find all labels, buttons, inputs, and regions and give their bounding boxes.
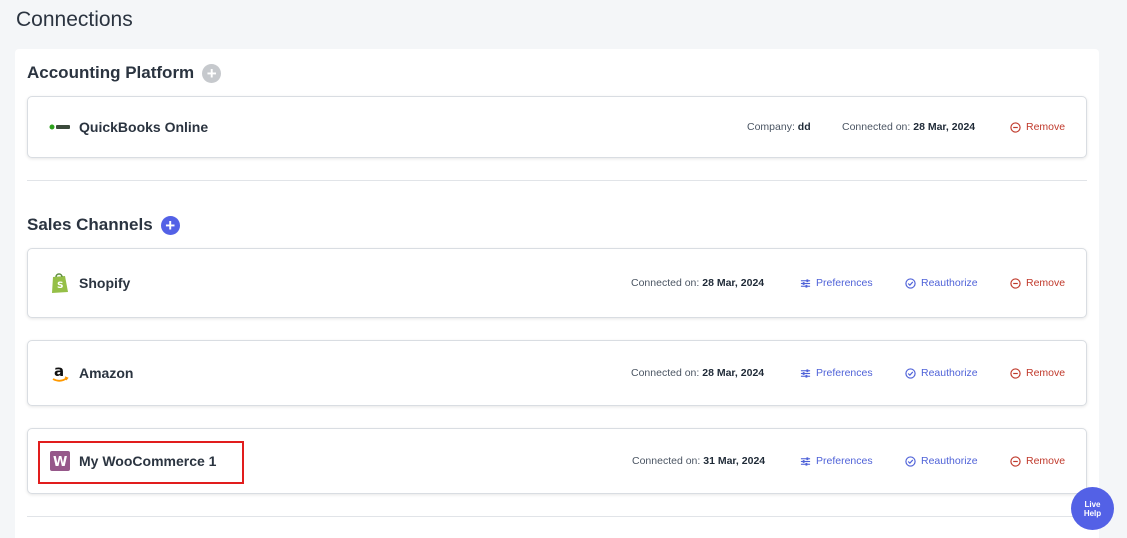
- remove-button[interactable]: Remove: [1010, 367, 1065, 379]
- svg-text:W: W: [53, 455, 67, 470]
- check-circle-icon: [905, 277, 916, 289]
- sales-section-header: Sales Channels +: [27, 215, 180, 235]
- woocommerce-logo-icon: W: [49, 450, 71, 472]
- minus-circle-icon: [1010, 367, 1021, 379]
- preferences-button[interactable]: Preferences: [800, 367, 873, 379]
- card-title: W My WooCommerce 1: [49, 450, 216, 472]
- section-divider: [27, 180, 1087, 181]
- minus-circle-icon: [1010, 455, 1021, 467]
- quickbooks-logo-icon: [49, 116, 71, 138]
- remove-button[interactable]: Remove: [1010, 277, 1065, 289]
- shopify-card: S Shopify Connected on: 28 Mar, 2024 Pre…: [27, 248, 1087, 318]
- preferences-button[interactable]: Preferences: [800, 455, 873, 467]
- reauthorize-button[interactable]: Reauthorize: [905, 277, 978, 289]
- quickbooks-name: QuickBooks Online: [79, 119, 209, 135]
- sales-heading: Sales Channels: [27, 215, 153, 234]
- reauthorize-button[interactable]: Reauthorize: [905, 455, 978, 467]
- connected-date: Connected on: 31 Mar, 2024: [632, 455, 766, 467]
- live-help-button[interactable]: Live Help: [1071, 487, 1114, 530]
- company-value: dd: [797, 121, 811, 133]
- shopify-name: Shopify: [79, 275, 131, 291]
- amazon-name: Amazon: [79, 365, 134, 381]
- connected-date: Connected on: 28 Mar, 2024: [631, 277, 765, 289]
- accounting-section-header: Accounting Platform +: [27, 63, 222, 83]
- svg-text:a: a: [54, 362, 64, 380]
- card-title: a Amazon: [49, 362, 133, 384]
- sliders-icon: [800, 278, 811, 288]
- shopify-logo-icon: S: [49, 272, 71, 294]
- preferences-button[interactable]: Preferences: [800, 277, 873, 289]
- check-circle-icon: [905, 455, 916, 467]
- connected-date: Connected on: 28 Mar, 2024: [631, 367, 765, 379]
- minus-circle-icon: [1010, 121, 1021, 133]
- check-circle-icon: [905, 367, 916, 379]
- card-title: S Shopify: [49, 272, 130, 294]
- company-info: Company: dd: [747, 121, 811, 133]
- card-title: QuickBooks Online: [49, 116, 208, 138]
- amazon-logo-icon: a: [49, 362, 71, 384]
- section-divider: [27, 516, 1087, 517]
- woocommerce-card: W My WooCommerce 1 Connected on: 31 Mar,…: [27, 428, 1087, 494]
- woocommerce-name: My WooCommerce 1: [79, 453, 217, 469]
- connections-panel: Accounting Platform + QuickBooks Online …: [15, 49, 1099, 538]
- reauthorize-button[interactable]: Reauthorize: [905, 367, 978, 379]
- remove-button[interactable]: Remove: [1010, 121, 1065, 133]
- page-title: Connections: [16, 8, 133, 31]
- quickbooks-card: QuickBooks Online Company: dd Connected …: [27, 96, 1087, 158]
- sliders-icon: [800, 368, 811, 378]
- add-accounting-icon[interactable]: +: [202, 63, 222, 83]
- minus-circle-icon: [1010, 277, 1021, 289]
- remove-button[interactable]: Remove: [1010, 455, 1065, 467]
- sliders-icon: [800, 456, 811, 466]
- add-sales-channel-icon[interactable]: +: [160, 215, 180, 235]
- amazon-card: a Amazon Connected on: 28 Mar, 2024 Pref…: [27, 340, 1087, 406]
- accounting-heading: Accounting Platform: [27, 63, 195, 82]
- connected-date: Connected on: 28 Mar, 2024: [842, 121, 976, 133]
- svg-text:S: S: [57, 281, 63, 291]
